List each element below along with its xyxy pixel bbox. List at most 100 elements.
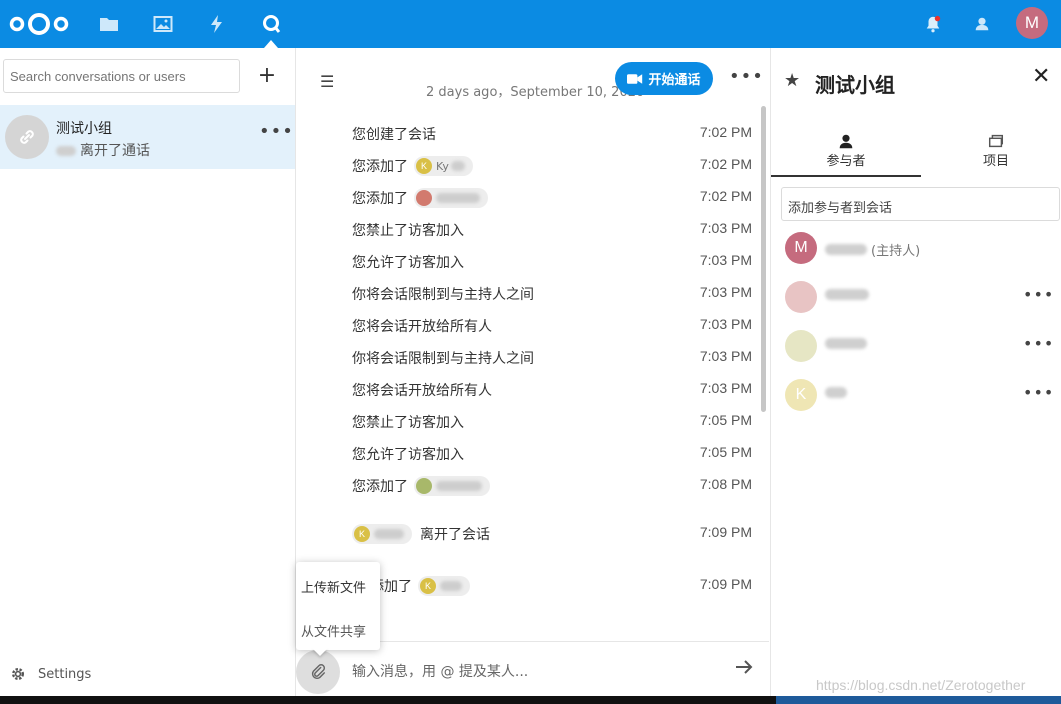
participant-more-button[interactable]: ••• — [1023, 383, 1054, 402]
tab-label: 项目 — [982, 154, 1009, 169]
chat-more-button[interactable]: ••• — [729, 66, 764, 87]
video-icon — [627, 73, 643, 84]
message-time: 7:09 PM — [699, 576, 752, 592]
conversations-sidebar: Search conversations or users + 测试小组 离开了… — [0, 48, 296, 696]
tab-projects[interactable]: 项目 — [921, 128, 1061, 177]
participant-more-button[interactable]: ••• — [1023, 334, 1054, 353]
message-input[interactable]: 输入消息，用 @ 提及某人... — [352, 661, 528, 681]
participant-more-button[interactable]: ••• — [1023, 285, 1054, 304]
projects-icon — [988, 134, 1004, 148]
message-row: 您允许了访客加入 7:05 PM — [352, 444, 752, 466]
contacts-icon[interactable] — [970, 12, 994, 36]
message-row: 您添加了 7:02 PM — [352, 188, 752, 210]
message-row: 添加了 K 7:09 PM — [352, 576, 752, 598]
participant-row[interactable]: M (主持人) — [785, 232, 1055, 264]
message-text: 您禁止了访客加入 — [352, 223, 464, 239]
message-time: 7:03 PM — [699, 284, 752, 300]
message-text: 你将会话限制到与主持人之间 — [352, 287, 534, 303]
participant-name — [825, 289, 869, 300]
message-row: 您添加了 7:08 PM — [352, 476, 752, 498]
start-call-label: 开始通话 — [648, 73, 701, 88]
message-text: 您添加了 — [352, 159, 408, 175]
mention-name: Ky — [436, 159, 449, 173]
message-row: 你将会话限制到与主持人之间 7:03 PM — [352, 284, 752, 306]
nextcloud-logo[interactable] — [8, 9, 70, 39]
conversation-subtitle: 离开了通话 — [56, 140, 150, 160]
message-text: 您将会话开放给所有人 — [352, 383, 492, 399]
message-time: 7:03 PM — [699, 316, 752, 332]
participants-icon — [839, 134, 853, 149]
participant-name — [825, 338, 867, 349]
message-text: 您添加了 — [352, 479, 408, 495]
share-from-files-item[interactable]: 从文件共享 — [301, 621, 366, 640]
participant-row[interactable]: K ••• — [785, 379, 1055, 411]
new-conversation-button[interactable]: + — [255, 63, 279, 88]
message-text: 您禁止了访客加入 — [352, 415, 464, 431]
link-icon — [5, 115, 49, 159]
active-app-indicator — [264, 40, 278, 48]
close-icon[interactable]: ✕ — [1032, 64, 1050, 89]
blurred-name — [56, 146, 76, 156]
message-time: 7:05 PM — [699, 412, 752, 428]
user-mention[interactable]: K Ky — [414, 156, 473, 176]
add-participant-input[interactable]: 添加参与者到会话 — [781, 187, 1060, 221]
watermark: https://blog.csdn.net/Zerotogether — [816, 677, 1026, 693]
participant-avatar: K — [785, 379, 817, 411]
mention-avatar: K — [416, 158, 432, 174]
settings-button[interactable]: Settings — [10, 666, 91, 682]
files-icon[interactable] — [97, 12, 121, 36]
search-input[interactable]: Search conversations or users — [3, 59, 240, 93]
menu-icon[interactable]: ☰ — [320, 72, 334, 91]
message-time: 7:03 PM — [699, 348, 752, 364]
conversation-more-button[interactable]: ••• — [259, 121, 294, 142]
message-text: 您将会话开放给所有人 — [352, 319, 492, 335]
message-row: K 离开了会话 7:09 PM — [352, 524, 752, 546]
message-time: 7:03 PM — [699, 252, 752, 268]
message-text: 您允许了访客加入 — [352, 447, 464, 463]
user-mention[interactable] — [414, 188, 488, 208]
user-mention[interactable]: K — [352, 524, 412, 544]
chat-scrollbar[interactable] — [761, 106, 766, 412]
date-separator: 2 days ago，September 10, 2020 — [426, 85, 645, 100]
user-avatar[interactable]: M — [1016, 7, 1048, 39]
message-row: 您将会话开放给所有人 7:03 PM — [352, 380, 752, 402]
conversation-title: 测试小组 — [56, 121, 112, 137]
attach-button[interactable] — [296, 650, 340, 694]
message-time: 7:02 PM — [699, 156, 752, 172]
activity-icon[interactable] — [205, 12, 229, 36]
message-time: 7:05 PM — [699, 444, 752, 460]
message-time: 7:03 PM — [699, 220, 752, 236]
tab-label: 参与者 — [826, 154, 866, 169]
conversation-name[interactable]: 测试小组 — [815, 69, 895, 98]
participant-avatar: M — [785, 232, 817, 264]
paperclip-icon — [311, 664, 326, 680]
message-row: 您禁止了访客加入 7:05 PM — [352, 412, 752, 434]
participant-avatar — [785, 330, 817, 362]
user-mention[interactable] — [414, 476, 490, 496]
attach-menu: 上传新文件 从文件共享 — [296, 562, 380, 650]
message-row: 你将会话限制到与主持人之间 7:03 PM — [352, 348, 752, 370]
participant-name: (主持人) — [825, 240, 920, 259]
attach-menu-pointer — [312, 648, 328, 656]
message-time: 7:03 PM — [699, 380, 752, 396]
notifications-icon[interactable] — [921, 12, 945, 36]
start-call-button[interactable]: 开始通话 — [615, 62, 713, 95]
message-row: 您将会话开放给所有人 7:03 PM — [352, 316, 752, 338]
conversation-item[interactable]: 测试小组 离开了通话 ••• — [0, 105, 295, 169]
conversation-details-panel: ★ 测试小组 ✕ 参与者 项目 添加参与者到会话 M (主持人) ••• •••… — [770, 48, 1061, 696]
gear-icon — [12, 668, 24, 680]
top-bar: M — [0, 0, 1061, 48]
tab-participants[interactable]: 参与者 — [771, 128, 921, 177]
photos-icon[interactable] — [151, 12, 175, 36]
upload-new-file-item[interactable]: 上传新文件 — [301, 577, 366, 596]
message-row: 您添加了 K Ky 7:02 PM — [352, 156, 752, 178]
talk-icon[interactable] — [259, 12, 283, 36]
participant-row[interactable]: ••• — [785, 281, 1055, 313]
participant-row[interactable]: ••• — [785, 330, 1055, 362]
star-icon[interactable]: ★ — [784, 70, 800, 91]
message-time: 7:02 PM — [699, 124, 752, 140]
message-text: 您添加了 — [352, 191, 408, 207]
participant-name — [825, 387, 847, 398]
user-mention[interactable]: K — [418, 576, 470, 596]
send-button[interactable] — [734, 657, 754, 682]
